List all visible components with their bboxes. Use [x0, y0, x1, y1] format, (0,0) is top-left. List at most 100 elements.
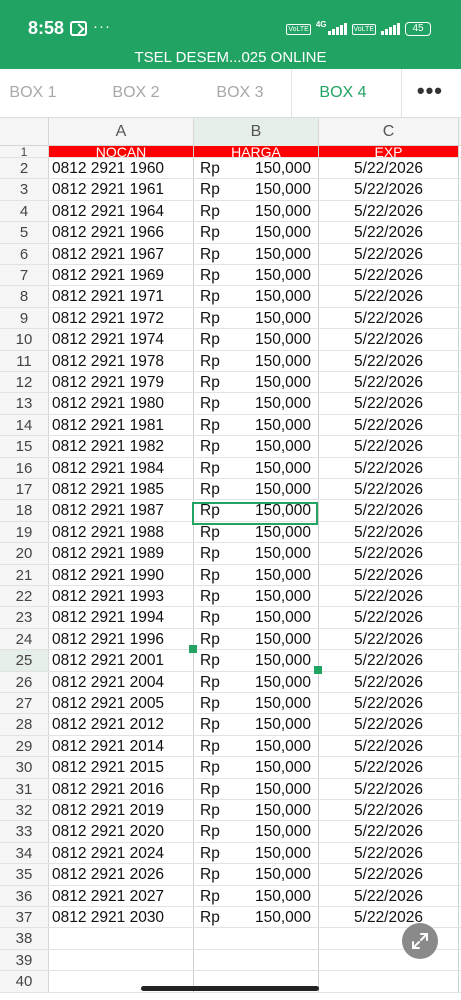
cell-exp[interactable]: 5/22/2026	[319, 158, 459, 179]
row-number[interactable]: 32	[0, 800, 49, 821]
row-number[interactable]: 23	[0, 607, 49, 628]
cell-harga[interactable]: Rp 150,000	[194, 800, 319, 821]
cell-harga[interactable]: Rp 150,000	[194, 222, 319, 243]
cell-exp[interactable]: 5/22/2026	[319, 821, 459, 842]
row-number[interactable]: 29	[0, 735, 49, 757]
cell-harga[interactable]: Rp 150,000	[194, 907, 319, 928]
cell-harga[interactable]: Rp 150,000	[194, 564, 319, 585]
row-number[interactable]: 28	[0, 714, 49, 735]
row-number[interactable]: 4	[0, 200, 49, 222]
cell-nocan[interactable]: 0812 2921 2026	[49, 864, 194, 885]
row-number[interactable]: 22	[0, 586, 49, 607]
cell-exp[interactable]: 5/22/2026	[319, 521, 459, 543]
cell-exp[interactable]: 5/22/2026	[319, 329, 459, 350]
row-number[interactable]: 35	[0, 864, 49, 885]
row-number[interactable]: 33	[0, 821, 49, 842]
cell-nocan[interactable]: 0812 2921 2012	[49, 714, 194, 735]
cell-exp[interactable]: 5/22/2026	[319, 500, 459, 521]
selection-handle-bottom[interactable]	[314, 666, 322, 674]
row-number[interactable]: 10	[0, 329, 49, 350]
cell-harga[interactable]: Rp 150,000	[194, 179, 319, 200]
cell-exp[interactable]: 5/22/2026	[319, 757, 459, 778]
cell-empty[interactable]	[194, 949, 319, 971]
cell-exp[interactable]: 5/22/2026	[319, 842, 459, 864]
cell-harga[interactable]: Rp 150,000	[194, 329, 319, 350]
cell-nocan[interactable]: 0812 2921 1971	[49, 286, 194, 307]
row-number[interactable]: 19	[0, 521, 49, 543]
header-cell-nocan[interactable]: NOCAN	[49, 146, 194, 157]
cell-exp[interactable]: 5/22/2026	[319, 714, 459, 735]
row-number[interactable]: 24	[0, 628, 49, 650]
cell-exp[interactable]: 5/22/2026	[319, 457, 459, 478]
cell-exp[interactable]: 5/22/2026	[319, 265, 459, 286]
cell-exp[interactable]: 5/22/2026	[319, 778, 459, 799]
cell-harga[interactable]: Rp 150,000	[194, 714, 319, 735]
cell-nocan[interactable]: 0812 2921 2024	[49, 842, 194, 864]
cell-empty[interactable]	[49, 928, 194, 949]
row-number[interactable]: 31	[0, 778, 49, 799]
cell-harga[interactable]: Rp 150,000	[194, 265, 319, 286]
cell-exp[interactable]: 5/22/2026	[319, 436, 459, 457]
cell-nocan[interactable]: 0812 2921 2030	[49, 907, 194, 928]
cell-harga[interactable]: Rp 150,000	[194, 286, 319, 307]
cell-nocan[interactable]: 0812 2921 2014	[49, 735, 194, 757]
cell-harga[interactable]: Rp 150,000	[194, 735, 319, 757]
cell-nocan[interactable]: 0812 2921 1978	[49, 350, 194, 371]
cell-nocan[interactable]: 0812 2921 1981	[49, 414, 194, 436]
cell-harga[interactable]: Rp 150,000	[194, 628, 319, 650]
cell-nocan[interactable]: 0812 2921 1974	[49, 329, 194, 350]
cell-exp[interactable]: 5/22/2026	[319, 179, 459, 200]
cell-nocan[interactable]: 0812 2921 1982	[49, 436, 194, 457]
cell-empty[interactable]	[319, 949, 459, 971]
header-cell-harga[interactable]: HARGA	[194, 146, 319, 157]
row-number[interactable]: 9	[0, 307, 49, 329]
tab-box-4[interactable]: BOX 4	[306, 69, 380, 117]
row-number[interactable]: 13	[0, 393, 49, 414]
cell-nocan[interactable]: 0812 2921 1996	[49, 628, 194, 650]
expand-button[interactable]	[402, 923, 438, 959]
cell-nocan[interactable]: 0812 2921 2020	[49, 821, 194, 842]
cell-nocan[interactable]: 0812 2921 2004	[49, 671, 194, 692]
tab-box-1[interactable]: BOX 1	[0, 69, 66, 117]
cell-exp[interactable]: 5/22/2026	[319, 907, 459, 928]
cell-harga[interactable]: Rp 150,000	[194, 200, 319, 222]
cell-exp[interactable]: 5/22/2026	[319, 307, 459, 329]
cell-exp[interactable]: 5/22/2026	[319, 800, 459, 821]
cell-nocan[interactable]: 0812 2921 1988	[49, 521, 194, 543]
cell-nocan[interactable]: 0812 2921 2001	[49, 650, 194, 671]
cell-nocan[interactable]: 0812 2921 1960	[49, 158, 194, 179]
row-number[interactable]: 17	[0, 479, 49, 500]
cell-nocan[interactable]: 0812 2921 1980	[49, 393, 194, 414]
cell-exp[interactable]: 5/22/2026	[319, 372, 459, 393]
row-number[interactable]: 3	[0, 179, 49, 200]
row-number[interactable]: 11	[0, 350, 49, 371]
cell-harga[interactable]: Rp 150,000	[194, 372, 319, 393]
cell-exp[interactable]: 5/22/2026	[319, 650, 459, 671]
row-number[interactable]: 39	[0, 949, 49, 971]
cell-nocan[interactable]: 0812 2921 1964	[49, 200, 194, 222]
cell-exp[interactable]: 5/22/2026	[319, 393, 459, 414]
cell-nocan[interactable]: 0812 2921 1966	[49, 222, 194, 243]
cell-exp[interactable]: 5/22/2026	[319, 222, 459, 243]
select-all-corner[interactable]	[0, 118, 49, 146]
cell-exp[interactable]: 5/22/2026	[319, 693, 459, 714]
cell-nocan[interactable]: 0812 2921 2016	[49, 778, 194, 799]
cell-exp[interactable]: 5/22/2026	[319, 671, 459, 692]
cell-nocan[interactable]: 0812 2921 1989	[49, 543, 194, 564]
row-number[interactable]: 18	[0, 500, 49, 521]
row-number[interactable]: 20	[0, 543, 49, 564]
cell-harga[interactable]: Rp 150,000	[194, 436, 319, 457]
row-number[interactable]: 12	[0, 372, 49, 393]
row-number[interactable]: 37	[0, 907, 49, 928]
cell-nocan[interactable]: 0812 2921 1967	[49, 243, 194, 264]
cell-nocan[interactable]: 0812 2921 2015	[49, 757, 194, 778]
cell-harga[interactable]: Rp 150,000	[194, 543, 319, 564]
cell-exp[interactable]: 5/22/2026	[319, 543, 459, 564]
more-options-icon[interactable]: •••	[417, 69, 443, 117]
cell-nocan[interactable]: 0812 2921 1987	[49, 500, 194, 521]
cell-nocan[interactable]: 0812 2921 1979	[49, 372, 194, 393]
cell-exp[interactable]: 5/22/2026	[319, 564, 459, 585]
row-number[interactable]: 7	[0, 265, 49, 286]
cell-nocan[interactable]: 0812 2921 1994	[49, 607, 194, 628]
row-number[interactable]: 26	[0, 671, 49, 692]
